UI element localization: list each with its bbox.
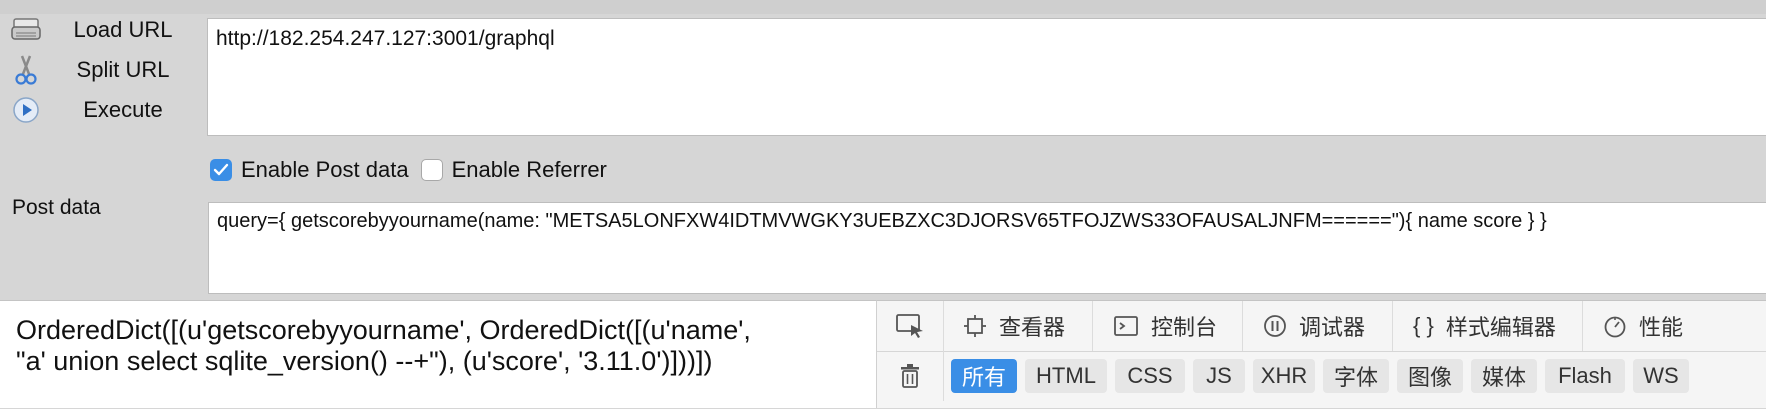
split-url-label: Split URL	[76, 57, 170, 82]
post-data-input[interactable]: query={ getscorebyyourname(name: "METSA5…	[208, 202, 1766, 294]
checkmark-icon	[213, 163, 229, 176]
response-line-1: OrderedDict([(u'getscorebyyourname', Ord…	[16, 315, 751, 345]
style-editor-icon: { }	[1413, 313, 1434, 338]
tab-performance[interactable]: 性能	[1583, 301, 1766, 351]
tab-style-editor[interactable]: { } 样式编辑器	[1393, 301, 1583, 351]
console-icon	[1113, 315, 1139, 337]
tab-inspector[interactable]: 查看器	[943, 301, 1093, 351]
tab-debugger-label: 调试器	[1299, 315, 1366, 340]
performance-icon	[1603, 314, 1627, 338]
load-url-icon	[8, 12, 44, 48]
filter-fonts[interactable]: 字体	[1323, 359, 1389, 393]
load-url-button[interactable]: Load URL	[8, 12, 203, 48]
options-row: Enable Post data Enable Referrer	[210, 155, 619, 185]
filter-all[interactable]: 所有	[951, 359, 1017, 393]
filter-flash[interactable]: Flash	[1545, 359, 1625, 393]
execute-label: Execute	[83, 97, 163, 122]
tab-debugger[interactable]: 调试器	[1243, 301, 1393, 351]
load-url-label: Load URL	[73, 17, 173, 42]
tab-console[interactable]: 控制台	[1093, 301, 1243, 351]
network-filter-bar: 所有 HTML CSS JS XHR 字体 图像 媒体 Flash WS	[877, 351, 1766, 409]
clear-button[interactable]	[877, 351, 944, 401]
enable-referrer-label[interactable]: Enable Referrer	[452, 157, 607, 183]
filter-media[interactable]: 媒体	[1471, 359, 1537, 393]
split-url-button[interactable]: Split URL	[8, 52, 203, 88]
debugger-icon	[1263, 314, 1287, 338]
filter-ws[interactable]: WS	[1633, 359, 1689, 393]
element-picker-icon	[896, 314, 923, 338]
devtools-toolbar: 查看器 控制台 调试器 {} 样式编辑器 性能	[877, 301, 1766, 352]
post-data-label: Post data	[12, 196, 101, 219]
tab-style-editor-label: 样式编辑器	[1445, 315, 1556, 340]
tab-console-label: 控制台	[1151, 315, 1218, 340]
scissors-icon	[8, 52, 44, 88]
devtools-panel: 查看器 控制台 调试器 {} 样式编辑器 性能 所有 HTML CSS JS …	[876, 300, 1766, 408]
response-text: OrderedDict([(u'getscorebyyourname', Ord…	[16, 315, 866, 377]
response-panel: OrderedDict([(u'getscorebyyourname', Ord…	[0, 300, 876, 408]
filter-images[interactable]: 图像	[1397, 359, 1463, 393]
response-line-2: "a' union select sqlite_version() --+"),…	[16, 346, 713, 376]
filter-html[interactable]: HTML	[1025, 359, 1107, 393]
trash-icon	[901, 364, 919, 388]
url-input[interactable]: http://182.254.247.127:3001/graphql	[207, 18, 1766, 136]
top-strip	[0, 0, 1766, 14]
enable-referrer-checkbox[interactable]	[420, 159, 443, 181]
inspector-icon	[963, 314, 987, 338]
tab-inspector-label: 查看器	[999, 315, 1066, 340]
tab-performance-label: 性能	[1639, 315, 1684, 340]
filter-js[interactable]: JS	[1193, 359, 1245, 393]
enable-post-checkbox[interactable]	[210, 159, 232, 181]
bottom-area: OrderedDict([(u'getscorebyyourname', Ord…	[0, 300, 1766, 408]
filter-xhr[interactable]: XHR	[1253, 359, 1315, 393]
play-icon	[8, 92, 44, 128]
element-picker-button[interactable]	[877, 301, 944, 351]
execute-button[interactable]: Execute	[8, 92, 203, 128]
filter-css[interactable]: CSS	[1115, 359, 1185, 393]
enable-post-label[interactable]: Enable Post data	[241, 157, 409, 183]
hackbar-panel: Load URL Split URL Execute http://182.25…	[0, 0, 1766, 300]
